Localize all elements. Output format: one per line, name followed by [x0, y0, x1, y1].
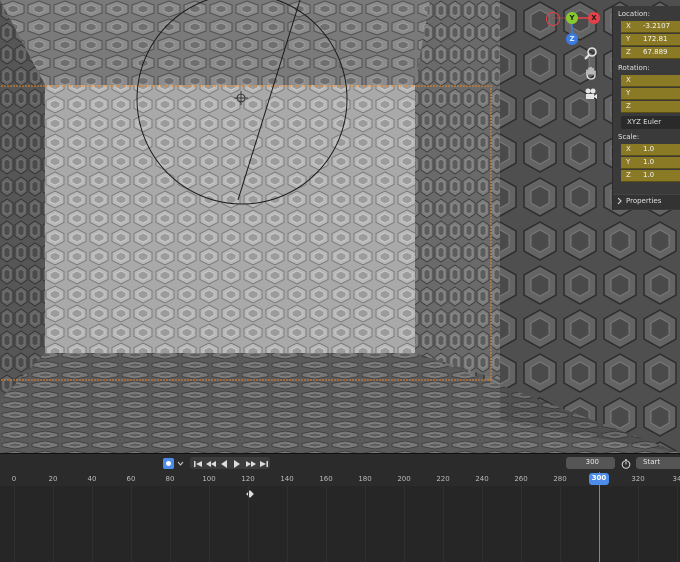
frame-tick-label: 120 — [241, 475, 255, 483]
frame-gridline — [14, 486, 15, 562]
keyframe-area[interactable] — [0, 486, 680, 562]
frame-tick-label: 220 — [436, 475, 450, 483]
frame-gridline — [209, 486, 210, 562]
gizmo-y-icon[interactable]: Y — [566, 12, 578, 24]
jump-to-keyframe-prev-icon[interactable] — [205, 458, 217, 469]
frame-gridline — [170, 486, 171, 562]
timeline-header: 300 Start — [0, 454, 680, 472]
camera-icon[interactable] — [582, 85, 600, 103]
frame-tick-label: 0 — [11, 475, 17, 483]
frame-tick-label: 320 — [631, 475, 645, 483]
frame-ruler[interactable]: 0 20 40 60 80 100 120 140 160 180 200 220 240 260 280 3… — [0, 472, 680, 486]
rotation-x-field[interactable]: X — [621, 75, 680, 87]
frame-tick-label: 160 — [319, 475, 333, 483]
scale-z-field[interactable]: Z 1.0 — [621, 170, 680, 182]
3d-viewport[interactable]: Y X Z Location: X -3.2107 Y 172.81 Z 67.889… — [0, 0, 680, 453]
frame-gridline — [326, 486, 327, 562]
zoom-icon[interactable] — [582, 44, 600, 62]
location-y-field[interactable]: Y 172.81 — [621, 34, 680, 46]
properties-label: Properties — [626, 197, 662, 205]
frame-gridline — [53, 486, 54, 562]
start-frame-field[interactable]: Start — [636, 457, 680, 469]
frame-gridline — [482, 486, 483, 562]
keyframe-marker-icon — [245, 490, 255, 498]
scale-x-field[interactable]: X 1.0 — [621, 144, 680, 156]
frame-gridline — [677, 486, 678, 562]
timeline-editor: 300 Start 0 20 40 60 80 100 120 140 160 180 200 220… — [0, 453, 680, 562]
stopwatch-icon[interactable] — [620, 458, 632, 469]
frame-tick-label: 180 — [358, 475, 372, 483]
frame-gridline — [287, 486, 288, 562]
gizmo-z-icon[interactable]: Z — [566, 33, 578, 45]
location-label: Location: — [618, 10, 650, 18]
location-z-field[interactable]: Z 67.889 — [621, 47, 680, 59]
frame-tick-label: 280 — [553, 475, 567, 483]
scene-render — [0, 0, 680, 453]
playhead-frame-badge[interactable]: 300 — [589, 473, 609, 485]
play-reverse-icon[interactable] — [219, 458, 229, 469]
frame-gridline — [443, 486, 444, 562]
frame-gridline — [92, 486, 93, 562]
current-frame-field[interactable]: 300 — [566, 457, 615, 469]
frame-tick-label: 40 — [87, 475, 97, 483]
rotation-label: Rotation: — [618, 64, 650, 72]
rotation-y-field[interactable]: Y — [621, 88, 680, 100]
frame-tick-label: 100 — [202, 475, 216, 483]
rotation-z-field[interactable]: Z — [621, 101, 680, 113]
auto-keying-button[interactable] — [163, 458, 174, 469]
properties-panel-header[interactable]: Properties — [613, 194, 680, 209]
frame-gridline — [560, 486, 561, 562]
frame-gridline — [131, 486, 132, 562]
frame-tick-label: 260 — [514, 475, 528, 483]
location-x-field[interactable]: X -3.2107 — [621, 21, 680, 33]
frame-gridline — [638, 486, 639, 562]
rotation-mode-dropdown[interactable]: XYZ Euler — [621, 116, 680, 129]
frame-tick-label: 34 — [672, 475, 680, 483]
playhead-line[interactable] — [599, 472, 600, 562]
frame-gridline — [521, 486, 522, 562]
jump-to-end-icon[interactable] — [259, 458, 269, 469]
gizmo-neg-x-icon[interactable] — [546, 12, 560, 26]
jump-to-keyframe-next-icon[interactable] — [245, 458, 257, 469]
frame-gridline — [248, 486, 249, 562]
keying-dropdown-chevron-icon[interactable] — [175, 458, 185, 469]
frame-gridline — [404, 486, 405, 562]
frame-gridline — [365, 486, 366, 562]
frame-tick-label: 240 — [475, 475, 489, 483]
sidebar-transform-panel: Location: X -3.2107 Y 172.81 Z 67.889 Rotat… — [612, 6, 680, 210]
frame-tick-label: 140 — [280, 475, 294, 483]
chevron-right-icon — [617, 197, 622, 205]
frame-tick-label: 20 — [48, 475, 58, 483]
frame-tick-label: 200 — [397, 475, 411, 483]
gizmo-x-icon[interactable]: X — [588, 12, 600, 24]
record-icon — [166, 461, 171, 466]
frame-tick-label: 80 — [165, 475, 175, 483]
jump-to-start-icon[interactable] — [193, 458, 203, 469]
hand-pan-icon[interactable] — [582, 64, 600, 82]
frame-tick-label: 60 — [126, 475, 136, 483]
scale-label: Scale: — [618, 133, 640, 141]
scale-y-field[interactable]: Y 1.0 — [621, 157, 680, 169]
play-icon[interactable] — [232, 458, 242, 469]
